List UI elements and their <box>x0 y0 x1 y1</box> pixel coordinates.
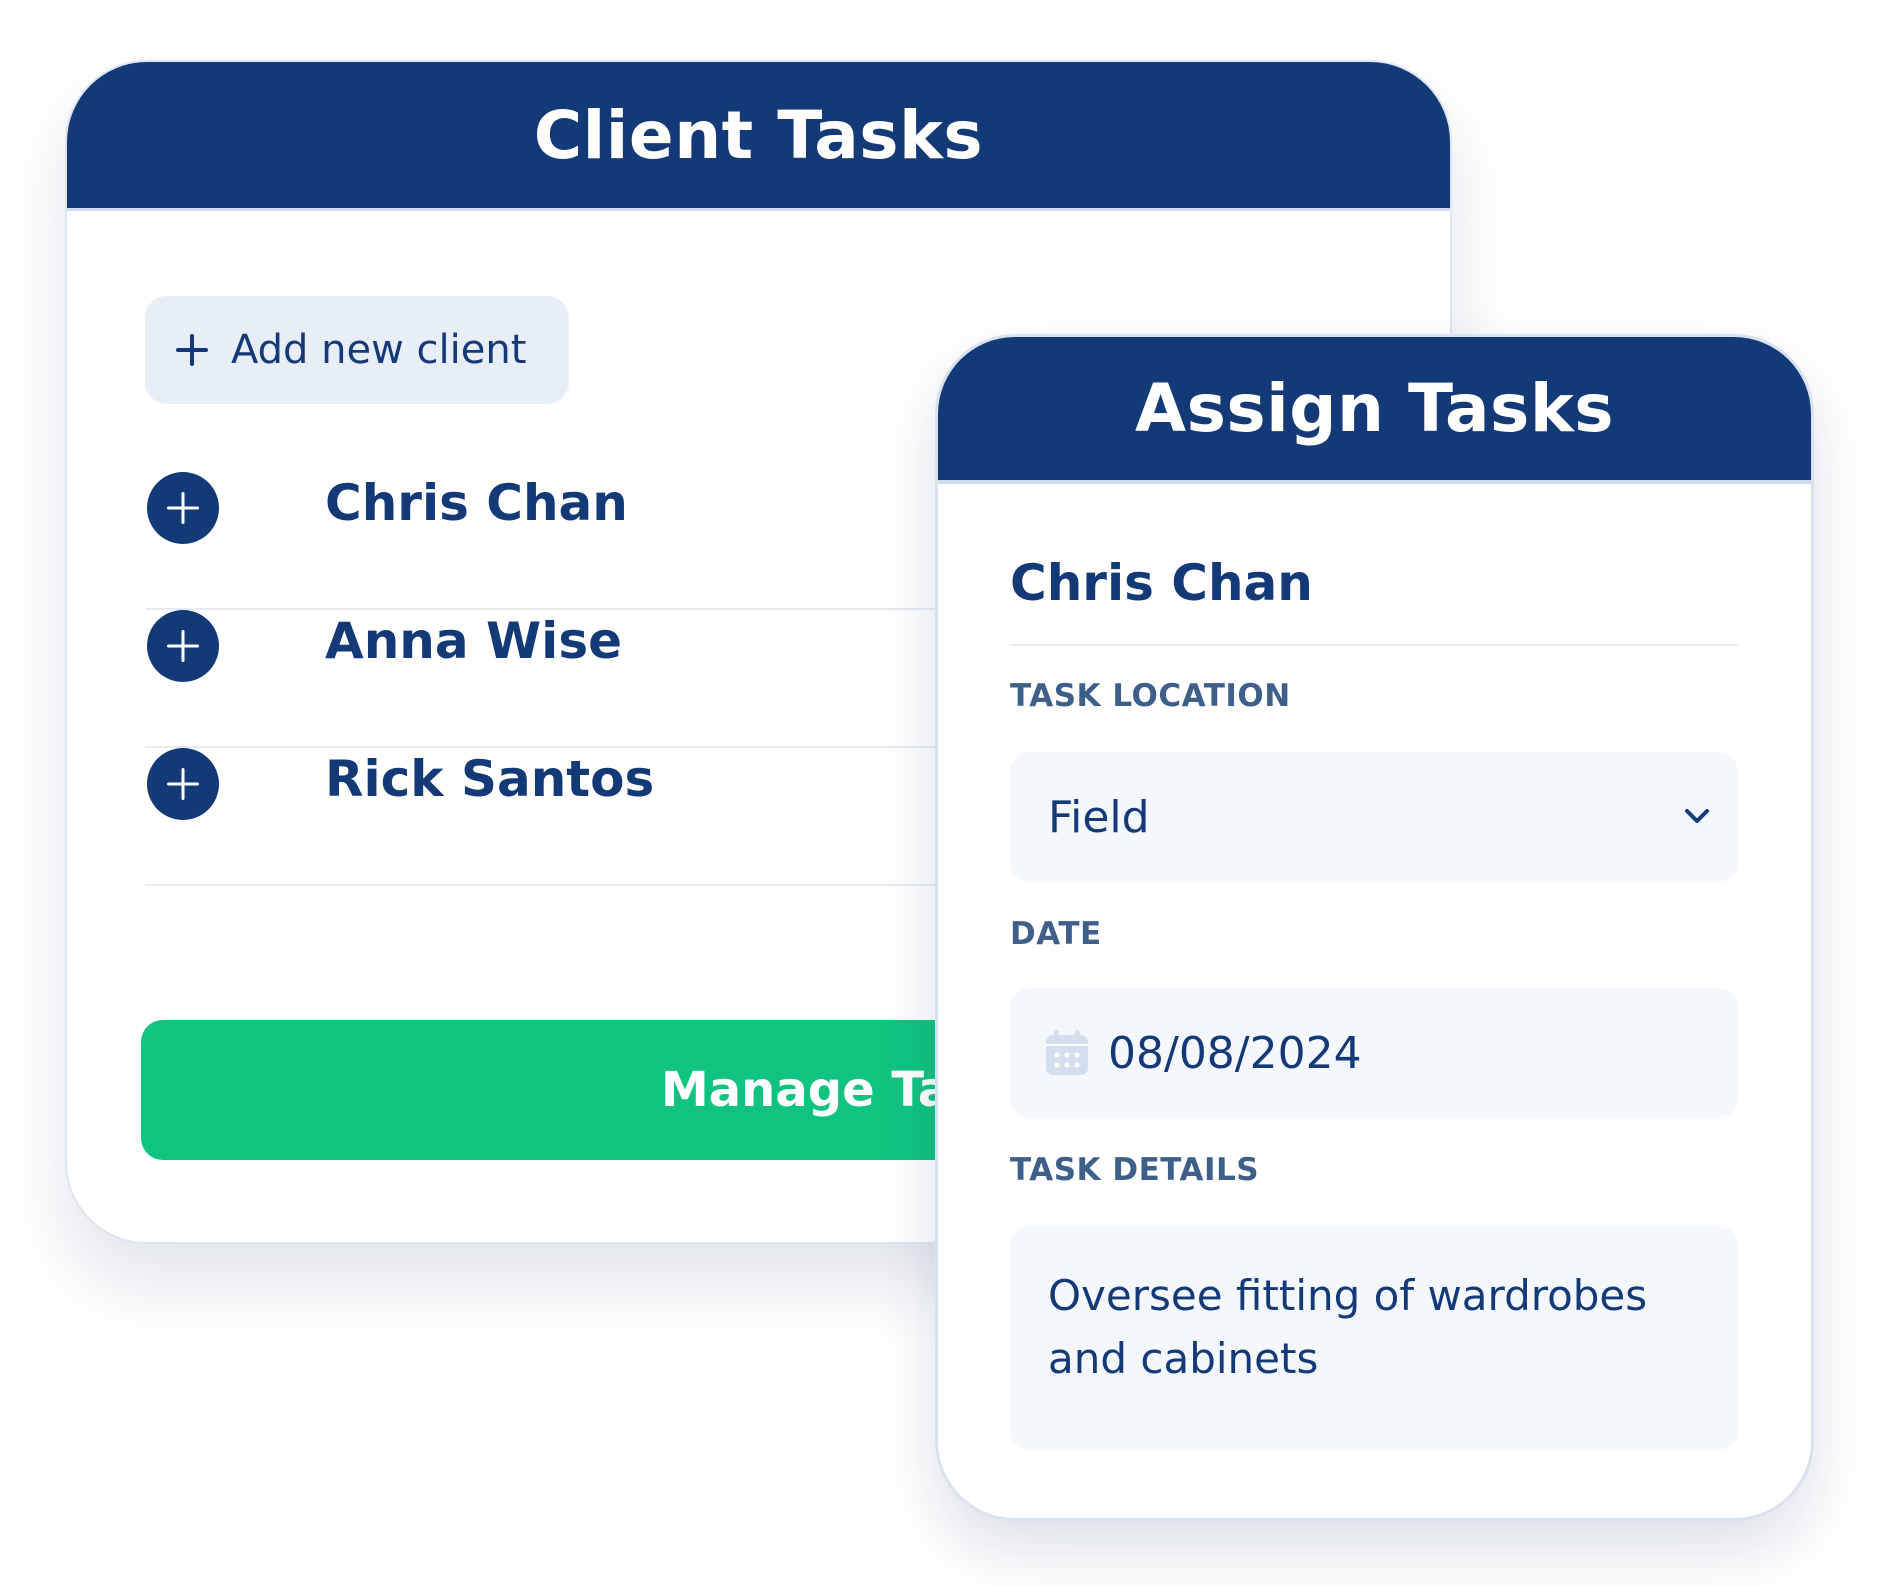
plus-circle-icon <box>167 492 199 524</box>
plus-circle-icon <box>167 630 199 662</box>
assign-tasks-card: Assign Tasks Chris Chan TASK LOCATION Fi… <box>935 334 1814 1521</box>
client-tasks-title: Client Tasks <box>533 96 984 174</box>
plus-circle-icon <box>167 768 199 800</box>
client-name[interactable]: Chris Chan <box>325 474 628 532</box>
task-location-label: TASK LOCATION <box>1010 678 1291 714</box>
add-new-client-button[interactable]: Add new client <box>145 296 569 404</box>
date-value: 08/08/2024 <box>1108 1027 1362 1079</box>
selected-client-name: Chris Chan <box>1010 554 1313 612</box>
chevron-down-icon <box>1685 809 1709 823</box>
calendar-icon <box>1046 1030 1088 1075</box>
task-location-value: Field <box>1048 791 1150 843</box>
task-details-label: TASK DETAILS <box>1010 1152 1260 1188</box>
task-details-value: Oversee fitting of wardrobes and cabinet… <box>1048 1271 1648 1383</box>
plus-icon <box>176 334 208 366</box>
date-label: DATE <box>1010 916 1102 952</box>
task-details-textarea[interactable]: Oversee fitting of wardrobes and cabinet… <box>1010 1226 1738 1450</box>
divider <box>1010 644 1738 646</box>
task-location-select[interactable]: Field <box>1010 752 1738 882</box>
add-client-task-button[interactable] <box>147 748 219 820</box>
date-input[interactable]: 08/08/2024 <box>1010 988 1738 1118</box>
stage: Client Tasks Add new client Chris Chan A… <box>0 0 1877 1586</box>
assign-tasks-header: Assign Tasks <box>938 337 1811 484</box>
client-list: Chris Chan Anna Wise Rick Santos <box>145 472 1045 886</box>
add-client-task-button[interactable] <box>147 472 219 544</box>
add-new-client-label: Add new client <box>231 327 527 373</box>
client-row: Chris Chan <box>145 472 1045 610</box>
add-client-task-button[interactable] <box>147 610 219 682</box>
client-tasks-header: Client Tasks <box>67 62 1450 211</box>
client-row: Anna Wise <box>145 610 1045 748</box>
assign-tasks-title: Assign Tasks <box>1135 370 1614 447</box>
client-row: Rick Santos <box>145 748 1045 886</box>
client-name[interactable]: Rick Santos <box>325 750 654 808</box>
client-name[interactable]: Anna Wise <box>325 612 622 670</box>
